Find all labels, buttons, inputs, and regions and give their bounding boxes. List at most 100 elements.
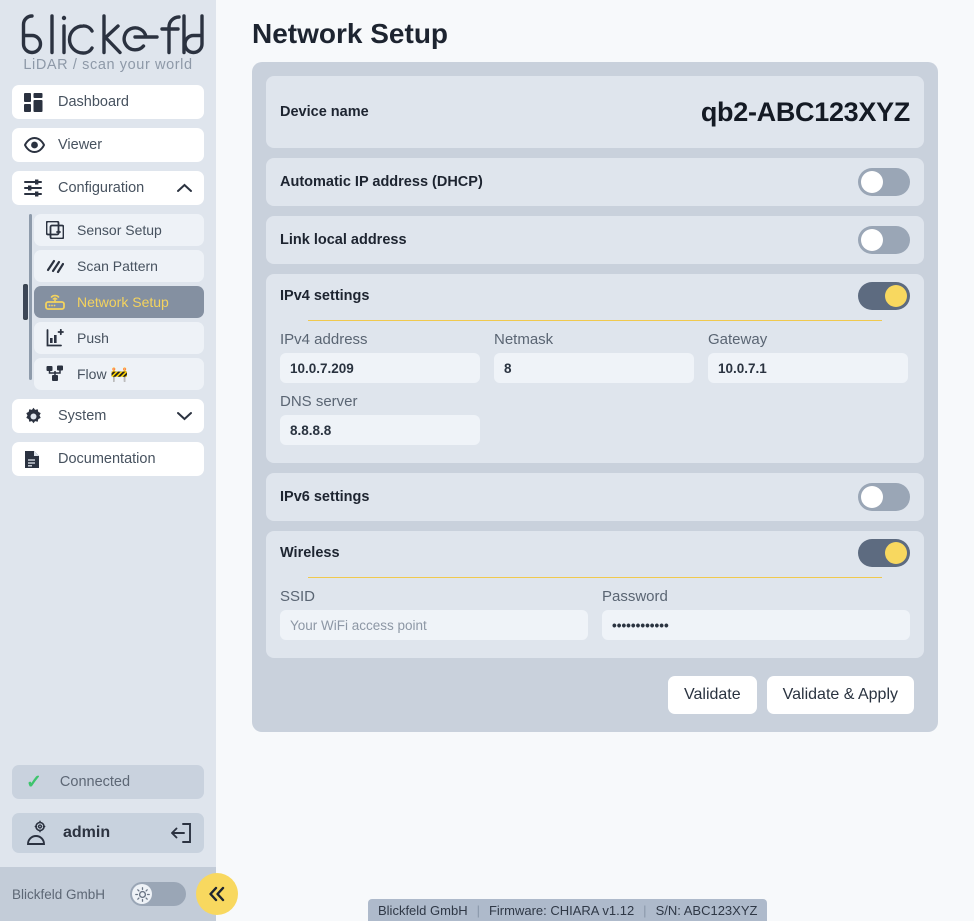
dhcp-toggle[interactable] (858, 168, 910, 196)
gateway-input[interactable] (708, 353, 908, 383)
sidebar-item-scan-pattern[interactable]: Scan Pattern (34, 250, 204, 282)
ssid-input[interactable] (280, 610, 588, 640)
dashboard-grid-icon (24, 93, 46, 112)
status-bar-serial: S/N: ABC123XYZ (656, 903, 758, 918)
eye-icon (24, 137, 46, 153)
sidebar-item-label: Configuration (58, 180, 177, 196)
sidebar-item-flow[interactable]: Flow 🚧 (34, 358, 204, 390)
sidebar-item-viewer[interactable]: Viewer (12, 128, 204, 162)
user-gear-icon (24, 820, 50, 846)
chevron-down-icon[interactable] (177, 411, 192, 421)
ssid-label: SSID (280, 588, 588, 605)
toggle-knob (861, 171, 883, 193)
netmask-label: Netmask (494, 331, 694, 348)
ipv4-section: IPv4 settings IPv4 address Netmask Gatew… (266, 274, 924, 463)
sun-icon (132, 884, 152, 904)
theme-toggle[interactable] (130, 882, 186, 906)
sidebar-item-sensor-setup[interactable]: Sensor Setup (34, 214, 204, 246)
sidebar-item-system[interactable]: System (12, 399, 204, 433)
sidebar-item-documentation[interactable]: Documentation (12, 442, 204, 476)
router-icon (44, 293, 66, 311)
sidebar-item-label: System (58, 408, 177, 424)
wireless-label: Wireless (280, 545, 340, 561)
sidebar-item-label: Network Setup (77, 294, 169, 310)
dns-field: DNS server (280, 393, 480, 445)
chart-plus-icon (44, 329, 66, 347)
sidebar-item-label: Viewer (58, 137, 192, 153)
toggle-knob (861, 486, 883, 508)
sidebar-item-label: Flow 🚧 (77, 366, 128, 383)
netmask-field: Netmask (494, 331, 694, 383)
link-local-label: Link local address (280, 232, 407, 248)
link-local-row: Link local address (266, 216, 924, 264)
connection-status-label: Connected (60, 774, 130, 790)
netmask-input[interactable] (494, 353, 694, 383)
connection-status-badge: ✓ Connected (12, 765, 204, 799)
ipv4-address-label: IPv4 address (280, 331, 480, 348)
ipv4-fields: IPv4 address Netmask Gateway DNS server (280, 331, 910, 463)
ipv6-row: IPv6 settings (266, 473, 924, 521)
validate-apply-button[interactable]: Validate & Apply (767, 676, 914, 714)
sidebar-item-label: Documentation (58, 451, 192, 467)
ipv4-divider (308, 320, 882, 321)
password-field: Password (602, 588, 910, 640)
sliders-icon (24, 179, 46, 197)
status-bar: Blickfeld GmbH | Firmware: CHIARA v1.12 … (368, 899, 767, 921)
wireless-toggle[interactable] (858, 539, 910, 567)
hatch-lines-icon (44, 257, 66, 275)
toggle-knob (885, 285, 907, 307)
ipv6-toggle[interactable] (858, 483, 910, 511)
password-input[interactable] (602, 610, 910, 640)
status-bar-separator: | (477, 903, 480, 918)
ipv4-toggle[interactable] (858, 282, 910, 310)
status-bar-company: Blickfeld GmbH (378, 903, 468, 918)
sidebar-nav: Dashboard Viewer (0, 85, 216, 485)
device-name-label: Device name (280, 104, 369, 120)
dns-label: DNS server (280, 393, 480, 410)
brand-logo[interactable]: LiDAR / scan your world (0, 0, 216, 85)
node-tree-icon (44, 365, 66, 383)
link-local-toggle[interactable] (858, 226, 910, 254)
sidebar-item-label: Dashboard (58, 94, 192, 110)
chevron-up-icon[interactable] (177, 183, 192, 193)
main-content: Network Setup Device name qb2-ABC123XYZ … (216, 0, 974, 921)
sidebar-item-dashboard[interactable]: Dashboard (12, 85, 204, 119)
sidebar-spacer (0, 485, 216, 765)
wireless-divider (308, 577, 882, 578)
toggle-knob (885, 542, 907, 564)
sidebar-item-configuration[interactable]: Configuration (12, 171, 204, 205)
ssid-field: SSID (280, 588, 588, 640)
wireless-fields: SSID Password (280, 588, 910, 658)
sidebar-company-label: Blickfeld GmbH (12, 887, 105, 902)
gear-icon (24, 407, 46, 426)
dhcp-label: Automatic IP address (DHCP) (280, 174, 483, 190)
ipv6-label: IPv6 settings (280, 489, 369, 505)
gateway-field: Gateway (708, 331, 908, 383)
dhcp-row: Automatic IP address (DHCP) (266, 158, 924, 206)
sidebar-item-label: Sensor Setup (77, 222, 162, 238)
password-label: Password (602, 588, 910, 605)
sidebar: LiDAR / scan your world Dashboard (0, 0, 216, 921)
gateway-label: Gateway (708, 331, 908, 348)
network-settings-card: Device name qb2-ABC123XYZ Automatic IP a… (252, 62, 938, 732)
sidebar-item-label: Scan Pattern (77, 258, 158, 274)
ipv4-label: IPv4 settings (280, 288, 369, 304)
device-name-row: Device name qb2-ABC123XYZ (266, 76, 924, 148)
user-account-pill[interactable]: admin (12, 813, 204, 853)
sidebar-item-push[interactable]: Push (34, 322, 204, 354)
ipv4-address-input[interactable] (280, 353, 480, 383)
dns-input[interactable] (280, 415, 480, 445)
sidebar-item-label: Push (77, 330, 109, 346)
logout-icon[interactable] (170, 823, 192, 843)
double-chevron-left-icon (206, 885, 228, 903)
blickfeld-logo-icon (12, 12, 204, 56)
toggle-knob (861, 229, 883, 251)
page-plus-icon (44, 221, 66, 239)
app-window: LiDAR / scan your world Dashboard (0, 0, 974, 921)
sidebar-item-network-setup[interactable]: Network Setup (34, 286, 204, 318)
document-icon (24, 450, 46, 469)
validate-button[interactable]: Validate (668, 676, 757, 714)
ipv4-address-field: IPv4 address (280, 331, 480, 383)
device-name-value: qb2-ABC123XYZ (701, 97, 910, 128)
collapse-sidebar-button[interactable] (196, 873, 238, 915)
